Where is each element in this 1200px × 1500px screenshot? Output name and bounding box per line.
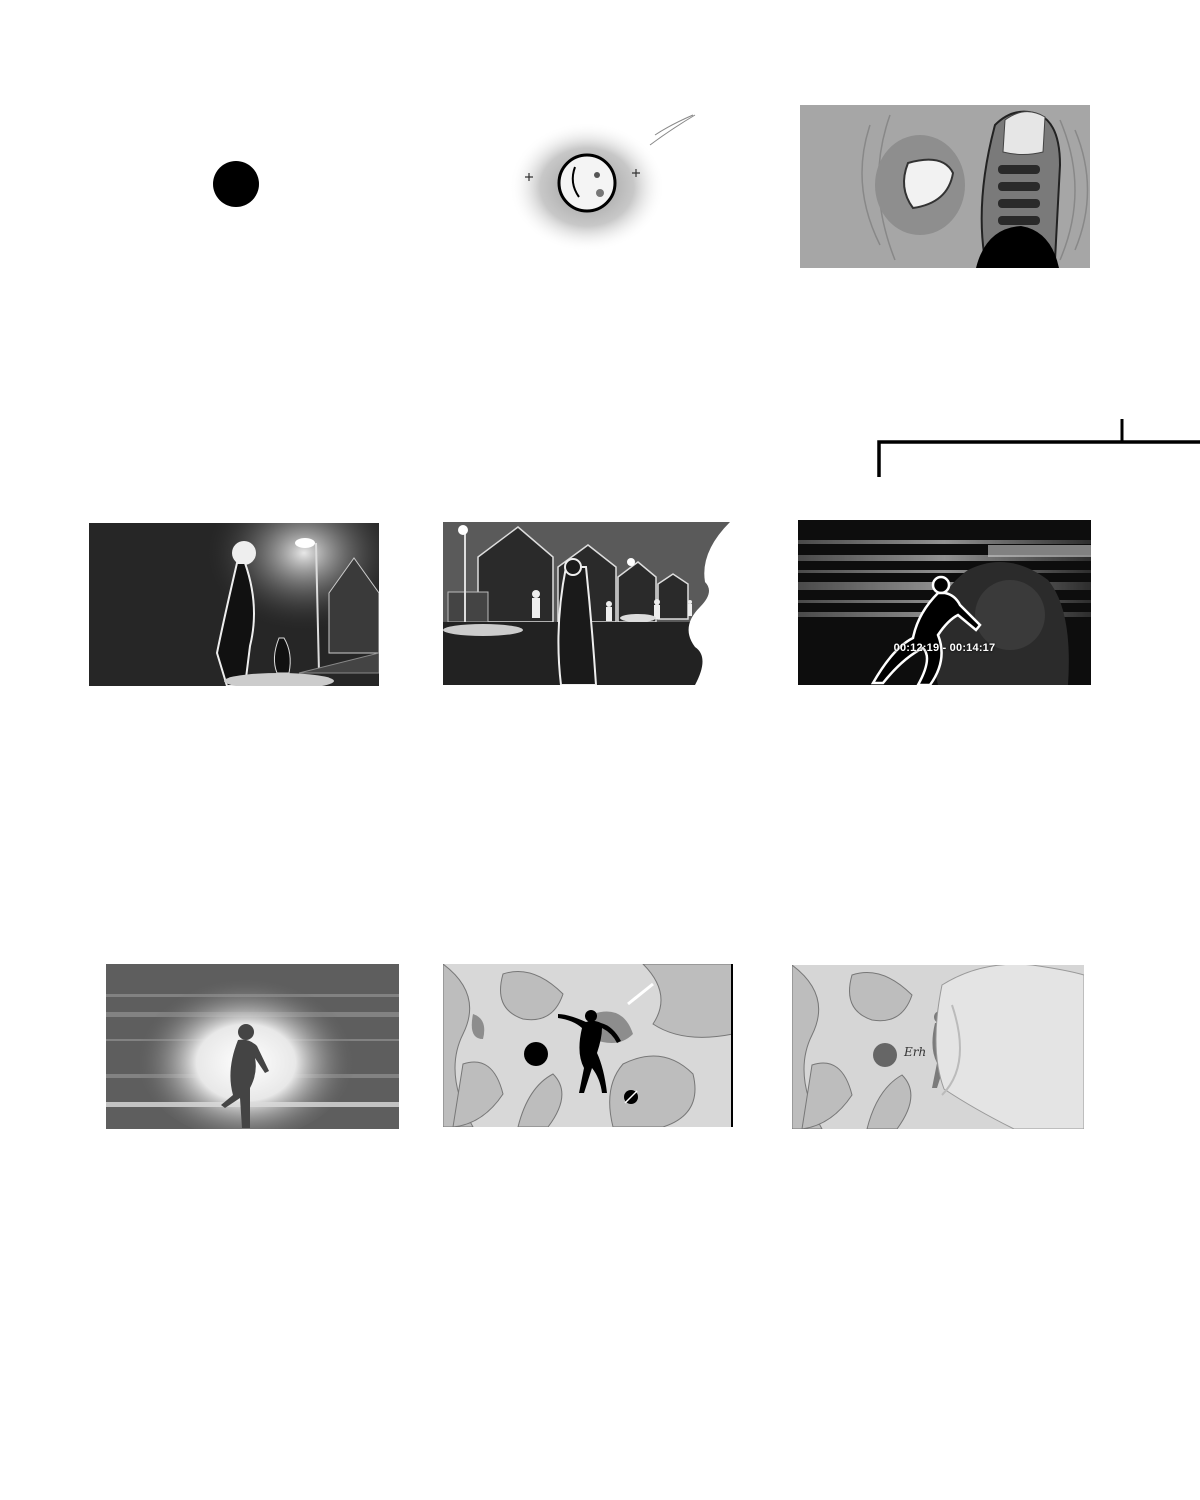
timecode-label: 00:12:19 - 00:14:17 — [893, 642, 996, 654]
ball-dot-icon — [213, 161, 259, 207]
panel-abstract-dancer — [443, 964, 733, 1127]
shoe-icon — [976, 110, 1062, 268]
panel-shoe-kick — [800, 105, 1090, 268]
moon-icon — [557, 153, 617, 213]
scribble-text: Erh — [904, 1045, 927, 1059]
panel-glow-runner — [106, 964, 399, 1129]
panel-runner-speed: 00:12:19 - 00:14:17 — [798, 520, 1091, 685]
panel-abstract-hand: Erh — [792, 965, 1084, 1129]
sequence-bracket — [877, 419, 1200, 477]
panel-street-night-figure — [89, 523, 379, 686]
panel-moon-ball — [505, 105, 710, 255]
hand-icon — [935, 965, 1084, 1129]
panel-houses-street — [443, 522, 735, 685]
panel-ball-dot — [200, 150, 270, 220]
